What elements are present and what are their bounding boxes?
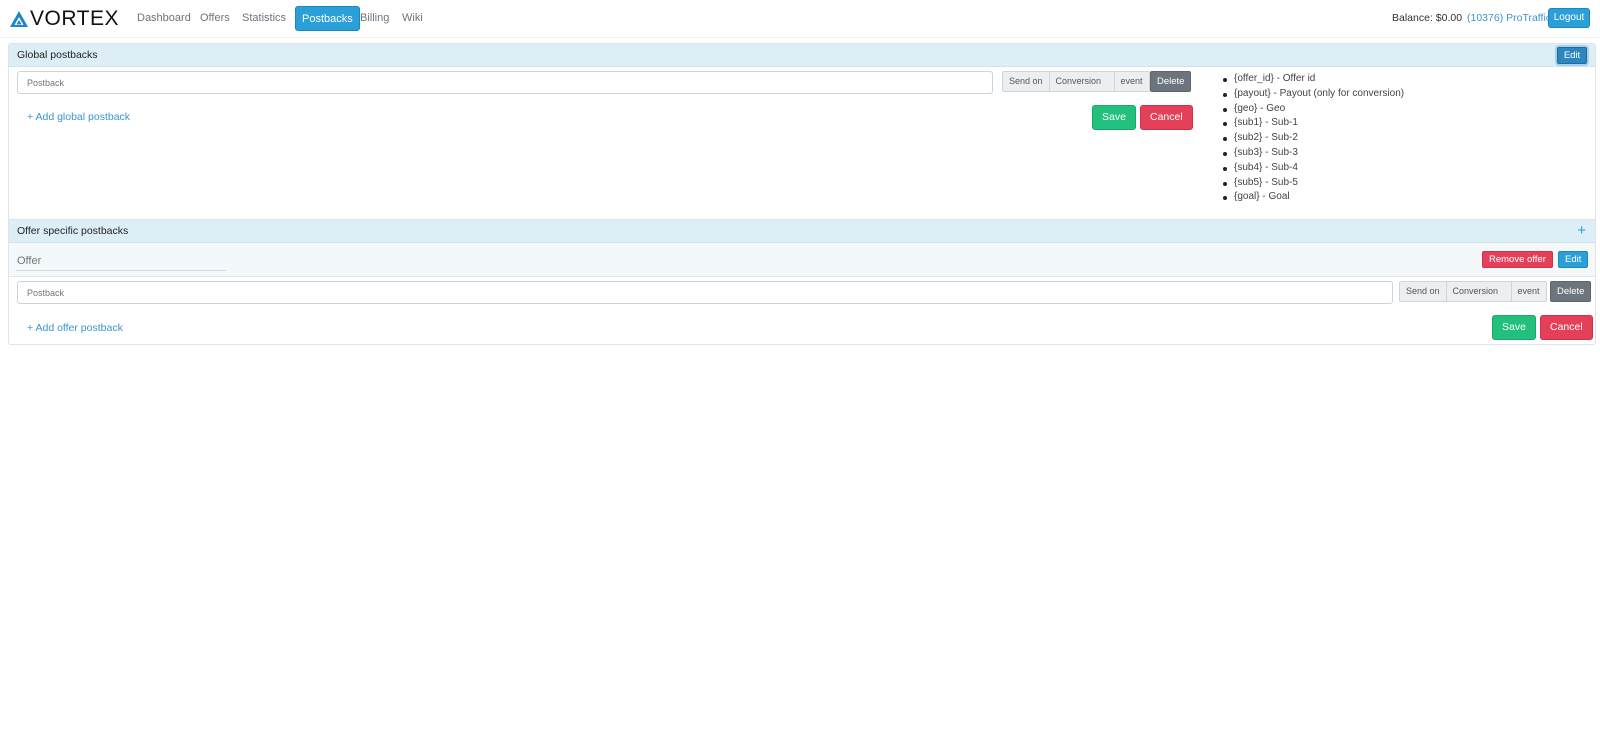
- nav-postbacks[interactable]: Postbacks: [295, 6, 360, 31]
- offer-input[interactable]: [16, 251, 226, 271]
- offer-event-label: event: [1511, 282, 1546, 301]
- macro-item: {sub4} - Sub-4: [1222, 161, 1404, 176]
- macro-item: {goal} - Goal: [1222, 190, 1404, 205]
- offer-event-select[interactable]: Conversion: [1446, 282, 1512, 301]
- global-event-select[interactable]: Conversion: [1049, 72, 1115, 91]
- macro-item: {sub2} - Sub-2: [1222, 131, 1404, 146]
- offer-edit-button[interactable]: Edit: [1558, 251, 1589, 268]
- macro-item: {payout} - Payout (only for conversion): [1222, 87, 1404, 102]
- brand-name: VORTEX: [30, 7, 119, 30]
- offer-cancel-button[interactable]: Cancel: [1540, 315, 1593, 340]
- triangle-logo-icon: [10, 11, 28, 27]
- top-navbar: VORTEX Dashboard Offers Statistics Postb…: [0, 0, 1600, 38]
- offer-delete-button[interactable]: Delete: [1550, 281, 1592, 302]
- offer-postbacks-panel: Offer specific postbacks + Remove offer …: [8, 219, 1596, 345]
- macro-item: {sub3} - Sub-3: [1222, 146, 1404, 161]
- global-postback-input[interactable]: [17, 71, 993, 94]
- nav-statistics[interactable]: Statistics: [236, 6, 292, 31]
- global-event-label: event: [1114, 72, 1149, 91]
- global-postbacks-header: Global postbacks Edit: [9, 44, 1595, 67]
- offer-send-on-group: Send on Conversion event: [1399, 281, 1547, 302]
- macro-item: {sub5} - Sub-5: [1222, 176, 1404, 191]
- nav-wiki[interactable]: Wiki: [396, 6, 429, 31]
- brand-logo[interactable]: VORTEX: [9, 7, 119, 30]
- logout-button[interactable]: Logout: [1548, 8, 1590, 28]
- nav-offers[interactable]: Offers: [194, 6, 236, 31]
- macro-item: {offer_id} - Offer id: [1222, 72, 1404, 87]
- global-postbacks-panel: Global postbacks Edit Send on Conversion…: [8, 43, 1596, 219]
- global-edit-button[interactable]: Edit: [1557, 47, 1587, 64]
- macro-item: {geo} - Geo: [1222, 102, 1404, 117]
- user-account-link[interactable]: (10376) ProTraffic: [1467, 6, 1551, 31]
- plus-icon[interactable]: +: [1577, 222, 1586, 240]
- offer-row: Remove offer Edit: [9, 243, 1595, 277]
- nav-billing[interactable]: Billing: [354, 6, 395, 31]
- global-save-button[interactable]: Save: [1092, 105, 1136, 130]
- offer-postback-input[interactable]: [17, 281, 1393, 304]
- global-cancel-button[interactable]: Cancel: [1140, 105, 1193, 130]
- add-offer-postback-link[interactable]: + Add offer postback: [27, 322, 123, 334]
- global-postbacks-title: Global postbacks: [17, 49, 98, 61]
- offer-send-on-label: Send on: [1400, 282, 1447, 301]
- global-send-on-label: Send on: [1003, 72, 1050, 91]
- macros-list: {offer_id} - Offer id {payout} - Payout …: [1222, 72, 1404, 205]
- remove-offer-button[interactable]: Remove offer: [1482, 251, 1553, 268]
- global-delete-button[interactable]: Delete: [1150, 71, 1192, 92]
- offer-postbacks-title: Offer specific postbacks: [17, 225, 129, 237]
- add-global-postback-link[interactable]: + Add global postback: [27, 111, 130, 123]
- offer-postbacks-header: Offer specific postbacks +: [9, 220, 1595, 243]
- nav-dashboard[interactable]: Dashboard: [131, 6, 197, 31]
- offer-save-button[interactable]: Save: [1492, 315, 1536, 340]
- global-send-on-group: Send on Conversion event: [1002, 71, 1150, 92]
- balance-display: Balance: $0.00: [1392, 12, 1463, 24]
- macro-item: {sub1} - Sub-1: [1222, 116, 1404, 131]
